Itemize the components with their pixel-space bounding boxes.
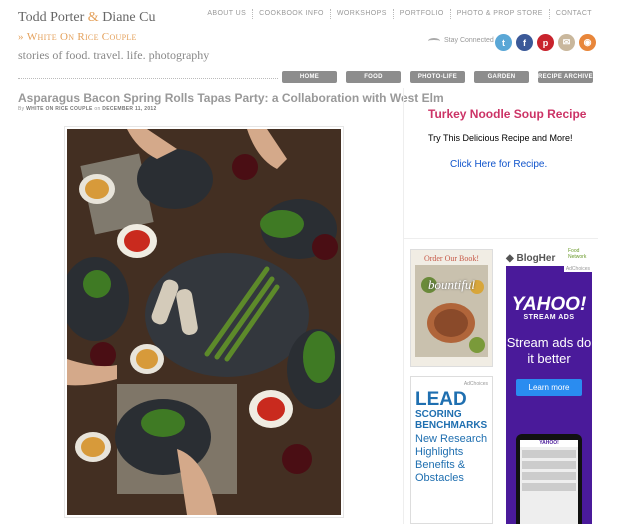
post-on: on (94, 106, 101, 112)
sidebar-rule (404, 238, 598, 239)
blogher-badge[interactable]: ◆ BlogHer Food Network (506, 248, 592, 264)
blogher-label: BlogHer (516, 253, 556, 264)
lead-ad-subhead-2: BENCHMARKS (415, 420, 488, 431)
main-nav: HOME FOOD PHOTO-LIFE GARDEN RECIPE ARCHI… (282, 71, 593, 83)
post-author[interactable]: WHITE ON RICE COUPLE (26, 106, 93, 112)
food-photo-illustration (67, 129, 341, 515)
yahoo-logo: YAHOO! (511, 294, 587, 315)
lead-ad-headline: LEAD (415, 389, 467, 410)
lead-scoring-ad[interactable]: AdChoices LEAD SCORING BENCHMARKS New Re… (410, 376, 493, 524)
nav-garden[interactable]: GARDEN (474, 71, 529, 83)
top-nav-cookbook[interactable]: COOKBOOK INFO (253, 9, 331, 19)
rss-icon[interactable]: ◉ (579, 34, 596, 51)
learn-more-button[interactable]: Learn more (516, 379, 582, 396)
lead-ad-subhead-1: SCORING (415, 409, 462, 420)
email-icon[interactable]: ✉ (558, 34, 575, 51)
stay-connected: Stay Connected (428, 37, 494, 44)
double-arrow-icon: » (18, 31, 24, 43)
blogher-sub: Food Network (568, 248, 587, 260)
post-title[interactable]: Asparagus Bacon Spring Rolls Tapas Party… (18, 91, 444, 105)
author-name-2: Diane Cu (102, 10, 156, 25)
facebook-icon[interactable]: f (516, 34, 533, 51)
site-logo[interactable]: » White On Rice Couple (18, 31, 209, 43)
nav-recipe-archive[interactable]: RECIPE ARCHIVE (538, 71, 593, 83)
post-meta: By WHITE ON RICE COUPLE on DECEMBER 11, … (18, 106, 157, 112)
site-name: White On Rice Couple (26, 31, 137, 43)
top-nav-workshops[interactable]: WORKSHOPS (331, 9, 394, 19)
author-name-1: Todd Porter (18, 10, 85, 25)
post-date: DECEMBER 11, 2012 (102, 106, 157, 112)
phone-screen-row (522, 472, 576, 480)
promo-body: Try This Delicious Recipe and More! (428, 133, 573, 143)
top-nav-about[interactable]: ABOUT US (201, 9, 254, 19)
pinterest-icon[interactable]: p (537, 34, 554, 51)
promo-title[interactable]: Turkey Noodle Soup Recipe (428, 106, 588, 122)
yahoo-ad[interactable]: AdChoices YAHOO! STREAM ADS Stream ads d… (506, 266, 592, 524)
blogher-logo: ◆ BlogHer (506, 253, 556, 264)
social-links: t f p ✉ ◉ (495, 34, 596, 51)
promo-box: Turkey Noodle Soup Recipe Try This Delic… (428, 106, 588, 170)
adchoices-label-2[interactable]: AdChoices (563, 266, 592, 272)
phone-screen-row (522, 461, 576, 469)
lead-ad-body: New Research Highlights Benefits & Obsta… (415, 433, 488, 484)
top-nav-contact[interactable]: CONTACT (550, 9, 598, 19)
adchoices-label[interactable]: AdChoices (415, 381, 488, 387)
site-author-names: Todd Porter & Diane Cu (18, 10, 209, 26)
sidebar-divider (403, 88, 404, 524)
book-title: bountiful (428, 277, 475, 292)
nav-home[interactable]: HOME (282, 71, 337, 83)
twitter-icon[interactable]: t (495, 34, 512, 51)
phone-screen: YAHOO! (520, 440, 578, 524)
nav-food[interactable]: FOOD (346, 71, 401, 83)
site-brand[interactable]: Todd Porter & Diane Cu » White On Rice Co… (18, 10, 209, 63)
stay-connected-label: Stay Connected (444, 37, 494, 44)
top-nav: ABOUT US COOKBOOK INFO WORKSHOPS PORTFOL… (201, 9, 598, 19)
phone-screen-row (522, 483, 576, 491)
post-by: By (18, 106, 25, 112)
top-nav-store[interactable]: PHOTO & PROP STORE (451, 9, 550, 19)
phone-screen-logo: YAHOO! (520, 440, 578, 447)
post-photo[interactable] (64, 126, 344, 518)
promo-link[interactable]: Click Here for Recipe. (428, 159, 588, 170)
swoosh-icon (428, 37, 440, 44)
ampersand: & (87, 10, 99, 25)
yahoo-ad-message: Stream ads do it better (506, 335, 592, 366)
top-nav-portfolio[interactable]: PORTFOLIO (394, 9, 451, 19)
phone-illustration: YAHOO! (516, 434, 582, 524)
book-ad[interactable]: Order Our Book! bountiful (410, 249, 493, 367)
site-motto: stories of food. travel. life. photograp… (18, 48, 210, 62)
book-ad-header: Order Our Book! (423, 254, 480, 263)
nav-photo-life[interactable]: PHOTO-LIFE (410, 71, 465, 83)
nav-divider (18, 78, 278, 79)
phone-screen-row (522, 450, 576, 458)
